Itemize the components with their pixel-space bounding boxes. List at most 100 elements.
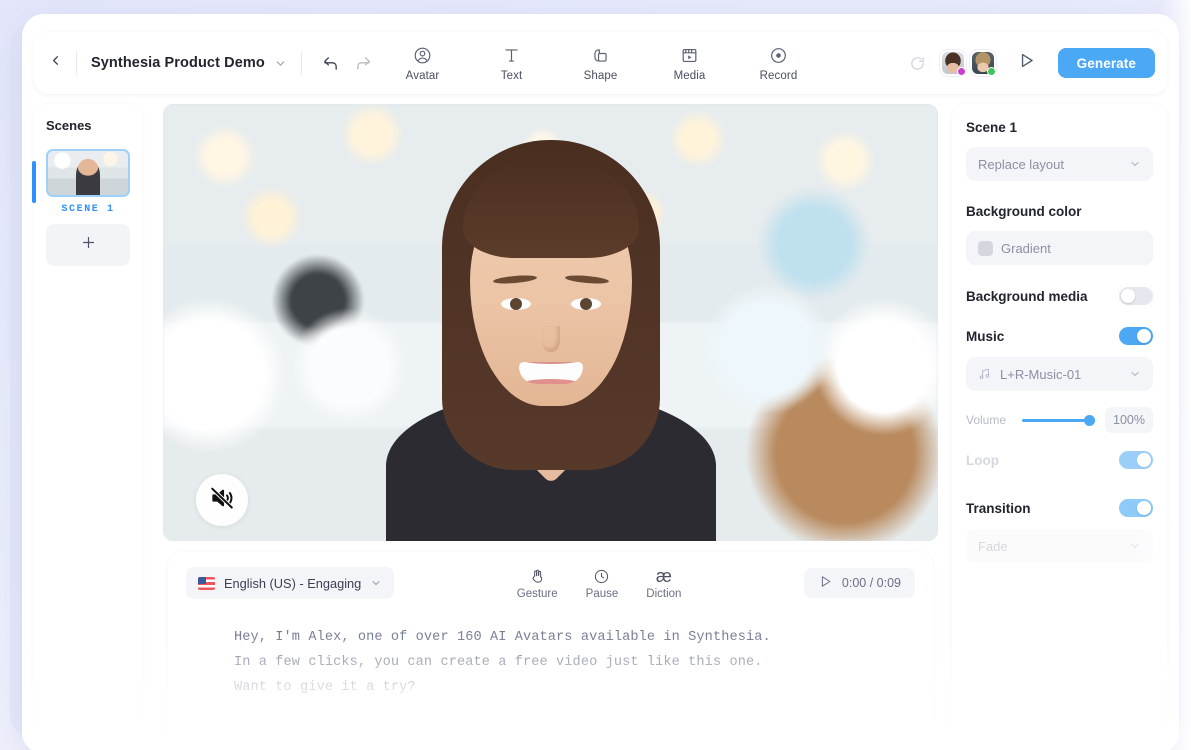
presenter-eye-right	[571, 298, 601, 310]
scene-thumbnail-figure	[76, 159, 100, 195]
action-label: Diction	[646, 588, 681, 600]
generate-button[interactable]: Generate	[1058, 48, 1155, 78]
scene-selected-indicator	[32, 161, 36, 203]
play-icon	[818, 574, 833, 592]
music-note-icon	[978, 367, 992, 381]
chevron-left-icon	[48, 53, 63, 73]
text-icon	[502, 45, 521, 67]
project-title-button[interactable]: Synthesia Product Demo	[77, 55, 301, 71]
status-dot	[957, 67, 966, 76]
presenter-hair-top	[463, 162, 639, 258]
presenter-eye-left	[501, 298, 531, 310]
back-button[interactable]	[34, 32, 76, 94]
presenter-nose	[542, 326, 560, 352]
volume-value: 100%	[1105, 407, 1153, 433]
volume-label: Volume	[966, 413, 1012, 427]
layout-select[interactable]: Replace layout	[966, 147, 1153, 181]
add-scene-button[interactable]	[46, 224, 130, 266]
tool-label: Media	[674, 70, 706, 82]
background-media-toggle[interactable]	[1119, 287, 1153, 305]
record-icon	[769, 45, 788, 67]
script-textarea[interactable]: Hey, I'm Alex, one of over 160 AI Avatar…	[186, 626, 915, 700]
tool-record[interactable]: Record	[751, 45, 807, 82]
speaker-muted-icon	[209, 485, 235, 516]
pause-button[interactable]: Pause	[586, 566, 619, 600]
music-toggle[interactable]	[1119, 327, 1153, 345]
background-media-label: Background media	[966, 289, 1088, 304]
us-flag-icon	[198, 577, 215, 590]
redo-button[interactable]	[355, 55, 372, 72]
script-actions: Gesture Pause æ Diction	[517, 566, 682, 600]
action-label: Pause	[586, 588, 619, 600]
chevron-down-icon	[370, 577, 382, 589]
play-icon	[1017, 51, 1036, 75]
presenter-figure	[163, 104, 938, 541]
plus-icon	[80, 234, 97, 256]
hand-icon	[529, 566, 546, 586]
layout-select-value: Replace layout	[978, 157, 1121, 172]
script-panel: English (US) - Engaging Gesture	[168, 552, 933, 750]
tool-text[interactable]: Text	[484, 45, 540, 82]
diction-icon: æ	[656, 566, 672, 586]
collaborator-avatars	[940, 50, 996, 76]
video-canvas[interactable]	[163, 104, 938, 541]
scene-thumbnail[interactable]	[46, 149, 130, 197]
chevron-down-icon	[274, 57, 287, 70]
undo-button[interactable]	[322, 55, 339, 72]
volume-row: Volume 100%	[966, 407, 1153, 433]
music-row: Music	[966, 327, 1153, 345]
avatar-icon	[413, 45, 432, 67]
status-dot	[987, 67, 996, 76]
background-media-row: Background media	[966, 287, 1153, 305]
properties-panel: Scene 1 Replace layout Background color …	[952, 104, 1167, 739]
chevron-down-icon	[1129, 368, 1141, 380]
app-window: Synthesia Product Demo	[22, 14, 1179, 750]
avatar[interactable]	[940, 50, 966, 76]
app-background: Synthesia Product Demo	[0, 0, 1191, 750]
header-bar: Synthesia Product Demo	[34, 32, 1167, 94]
background-color-select[interactable]: Gradient	[966, 231, 1153, 265]
chevron-down-icon	[1129, 540, 1141, 552]
music-track-select[interactable]: L+R-Music-01	[966, 357, 1153, 391]
transition-label: Transition	[966, 501, 1031, 516]
language-value: English (US) - Engaging	[224, 576, 361, 591]
sync-icon[interactable]	[909, 55, 926, 72]
diction-button[interactable]: æ Diction	[646, 566, 681, 600]
transition-select[interactable]: Fade	[966, 529, 1153, 563]
tool-label: Text	[501, 70, 523, 82]
avatar[interactable]	[970, 50, 996, 76]
presenter-mouth	[519, 362, 583, 384]
media-icon	[680, 45, 699, 67]
background-color-value: Gradient	[1001, 241, 1141, 256]
undo-redo-group	[302, 55, 372, 72]
project-title: Synthesia Product Demo	[91, 55, 265, 71]
preview-button[interactable]	[1010, 46, 1044, 80]
scenes-sidebar: Scenes SCENE 1	[34, 104, 142, 739]
music-label: Music	[966, 329, 1004, 344]
tool-media[interactable]: Media	[662, 45, 718, 82]
gesture-button[interactable]: Gesture	[517, 566, 558, 600]
tool-label: Shape	[584, 70, 618, 82]
loop-toggle[interactable]	[1119, 451, 1153, 469]
tool-avatar[interactable]: Avatar	[395, 45, 451, 82]
loop-label: Loop	[966, 453, 999, 468]
color-swatch	[978, 241, 993, 256]
playback-timecode[interactable]: 0:00 / 0:09	[804, 568, 915, 598]
shape-icon	[591, 45, 610, 67]
scene-label: SCENE 1	[46, 204, 130, 215]
music-track-value: L+R-Music-01	[1000, 367, 1121, 382]
transition-row: Transition	[966, 499, 1153, 517]
header-actions: Generate	[909, 46, 1167, 80]
chevron-down-icon	[1129, 158, 1141, 170]
script-toolbar: English (US) - Engaging Gesture	[186, 566, 915, 600]
transition-value: Fade	[978, 539, 1121, 554]
volume-slider[interactable]	[1022, 411, 1095, 429]
language-selector[interactable]: English (US) - Engaging	[186, 567, 394, 599]
tool-shape[interactable]: Shape	[573, 45, 629, 82]
tool-label: Record	[760, 70, 798, 82]
transition-toggle[interactable]	[1119, 499, 1153, 517]
background-color-label: Background color	[966, 204, 1082, 219]
scenes-title: Scenes	[46, 118, 130, 133]
mute-button[interactable]	[196, 474, 248, 526]
timecode-text: 0:00 / 0:09	[842, 576, 901, 590]
